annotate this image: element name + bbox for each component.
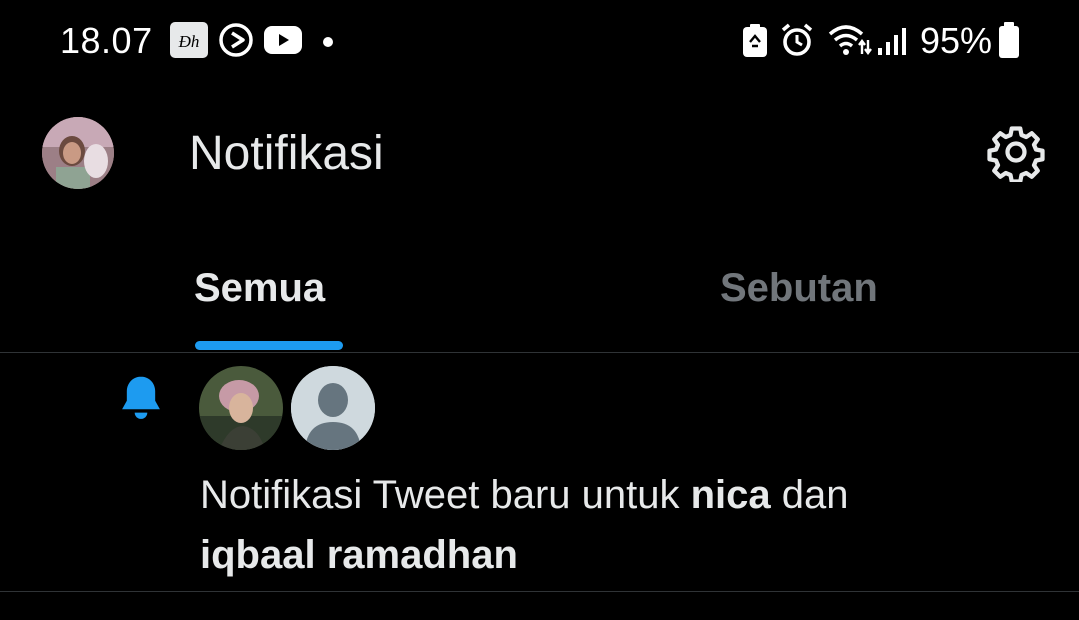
- battery-icon: [998, 22, 1020, 63]
- alarm-icon: [780, 22, 814, 63]
- bell-icon: [114, 371, 168, 425]
- tab-sebutan[interactable]: Sebutan: [720, 266, 878, 311]
- user-avatar-iqbaal-ramadhan[interactable]: [291, 366, 375, 450]
- dot-icon: [322, 35, 334, 53]
- page-title: Notifikasi: [189, 127, 384, 180]
- active-tab-indicator: [195, 341, 343, 350]
- notification-conjunction: dan: [770, 473, 849, 517]
- battery-saver-icon: [742, 24, 768, 63]
- status-bar: 18.07 Ɖh 95%: [0, 0, 1079, 80]
- profile-avatar[interactable]: [42, 117, 114, 189]
- notification-prefix: Notifikasi Tweet baru untuk: [200, 473, 691, 517]
- user-avatar-nica[interactable]: [199, 366, 283, 450]
- tab-bar: Semua Sebutan: [0, 250, 1079, 353]
- battery-percent: 95%: [920, 20, 993, 61]
- app-header: Notifikasi: [0, 100, 1079, 210]
- tab-semua[interactable]: Semua: [194, 266, 325, 311]
- notification-user-2[interactable]: iqbaal ramadhan: [200, 533, 518, 577]
- youtube-icon: [264, 26, 302, 59]
- wifi-icon: [828, 24, 872, 61]
- signal-icon: [876, 26, 908, 61]
- notification-text: Notifikasi Tweet baru untuk nica dan iqb…: [200, 465, 1020, 585]
- disney-hotstar-icon: Ɖh: [170, 22, 208, 63]
- notification-user-1[interactable]: nica: [691, 473, 771, 517]
- play-circle-icon: [218, 22, 254, 63]
- status-time: 18.07: [60, 20, 153, 61]
- svg-text:Ɖh: Ɖh: [178, 32, 200, 51]
- gear-icon[interactable]: [986, 122, 1046, 184]
- notification-item[interactable]: Notifikasi Tweet baru untuk nica dan iqb…: [0, 353, 1079, 592]
